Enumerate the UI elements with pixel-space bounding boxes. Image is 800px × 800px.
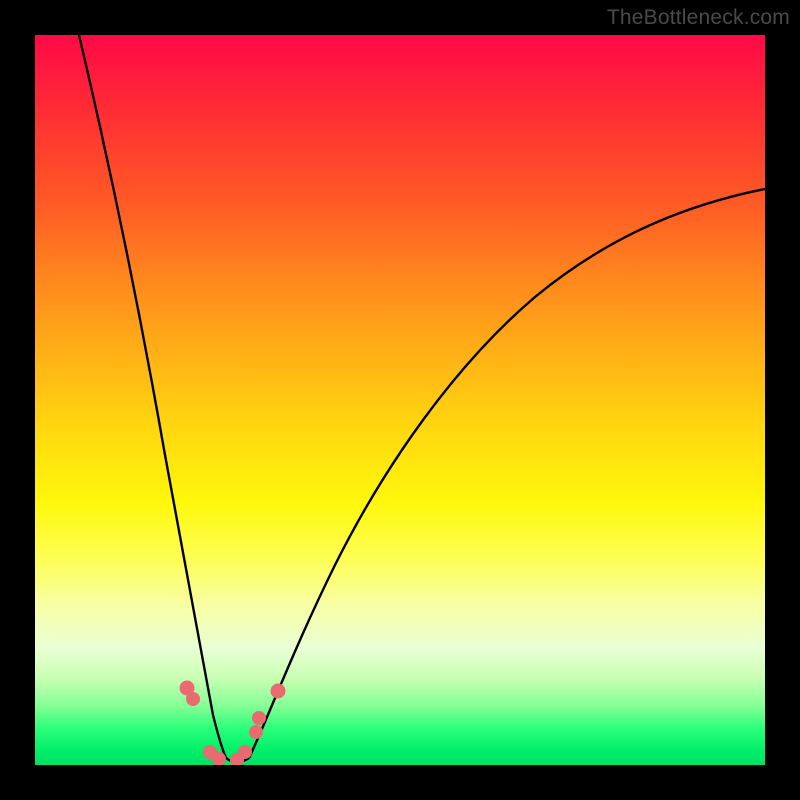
curve-left-arm	[79, 35, 226, 758]
markers-group	[180, 681, 286, 766]
chart-frame: TheBottleneck.com	[0, 0, 800, 800]
watermark-text: TheBottleneck.com	[607, 6, 790, 30]
marker	[238, 745, 252, 759]
plot-area	[35, 35, 765, 765]
marker	[186, 692, 200, 706]
marker	[249, 725, 263, 739]
marker	[252, 711, 266, 725]
curve-right-arm	[249, 189, 765, 758]
bottleneck-curve	[35, 35, 765, 765]
marker	[271, 684, 286, 699]
